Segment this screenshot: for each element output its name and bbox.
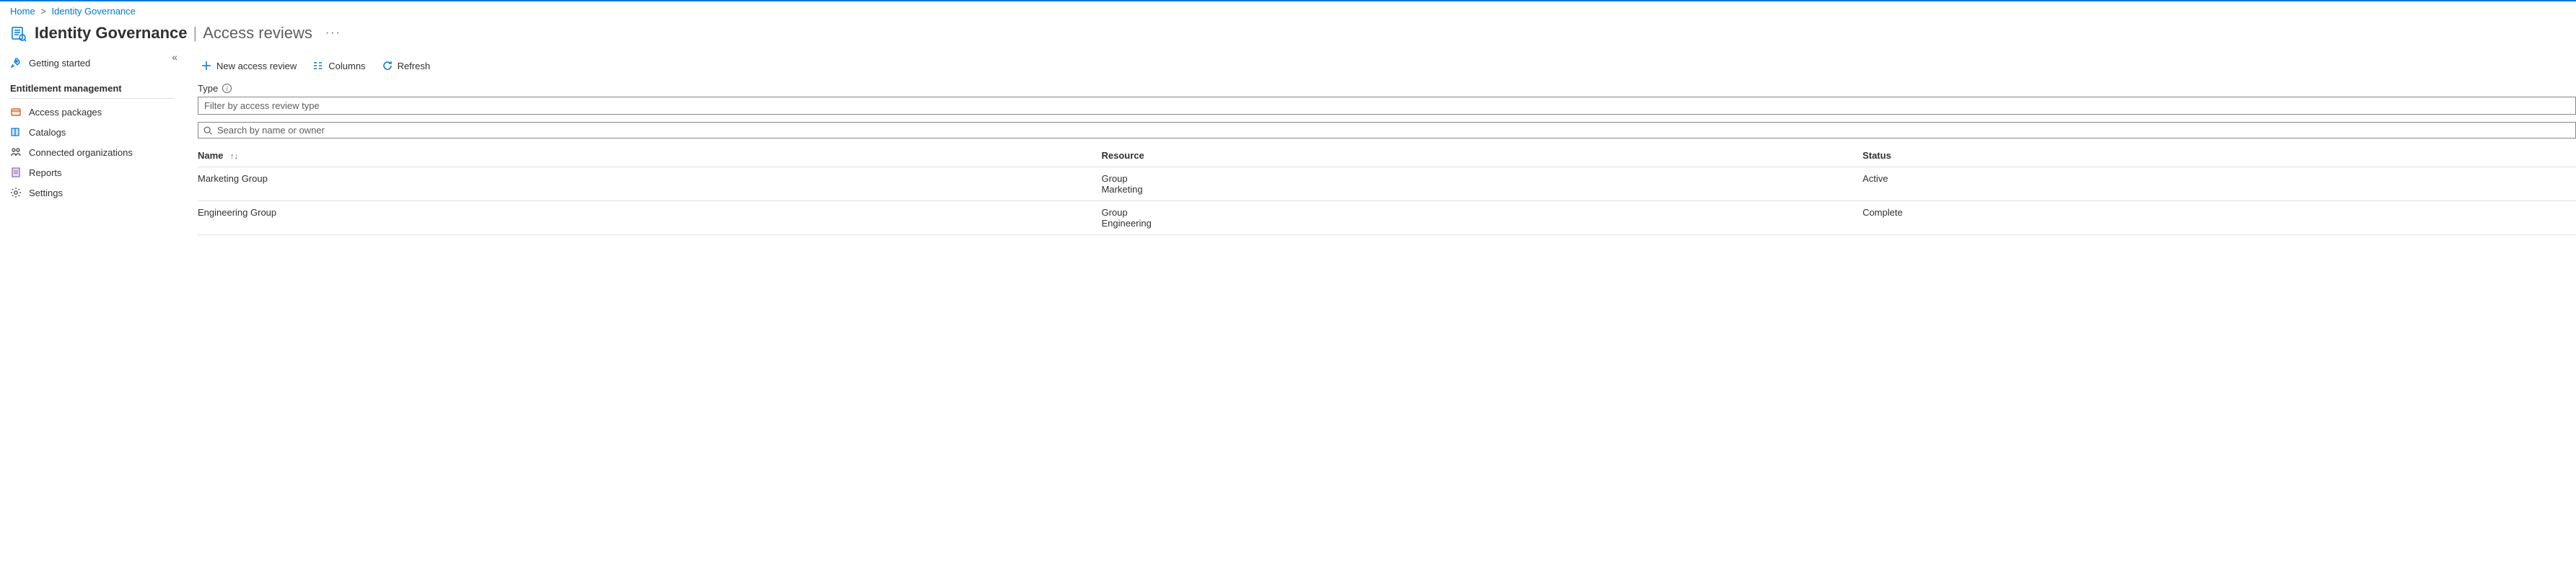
type-filter-label: Type i [198,83,2576,94]
refresh-icon [382,60,393,71]
columns-button[interactable]: Columns [310,58,368,73]
page-title: Identity Governance [35,24,188,43]
breadcrumb-separator: > [38,6,49,17]
breadcrumb-identity-governance[interactable]: Identity Governance [52,6,136,17]
sidebar-item-catalogs[interactable]: Catalogs [0,122,185,142]
column-header-name[interactable]: Name ↑↓ [198,144,1101,167]
column-label: Resource [1101,150,1144,161]
main-content: New access review Columns [185,50,2576,235]
columns-icon [312,60,324,71]
new-access-review-button[interactable]: New access review [198,58,299,73]
reports-icon [10,167,22,178]
cell-status: Active [1862,167,2576,201]
sidebar-item-label: Catalogs [29,127,66,138]
type-label-text: Type [198,83,218,94]
title-separator: | [188,24,203,43]
rocket-icon [10,57,22,69]
catalog-icon [10,126,22,138]
sidebar-item-label: Getting started [29,58,90,69]
resource-type: Group [1101,173,1855,184]
cell-name: Marketing Group [198,167,1101,201]
sidebar-item-label: Reports [29,167,62,178]
info-icon[interactable]: i [222,84,232,93]
plus-icon [201,60,212,71]
column-label: Status [1862,150,1891,161]
people-icon [10,146,22,158]
page-subtitle: Access reviews [203,24,312,43]
collapse-sidebar-icon[interactable]: « [172,51,178,63]
toolbar-label: Refresh [398,61,431,71]
toolbar: New access review Columns [198,56,2576,83]
sidebar: « Getting started Entitlement management… [0,50,185,235]
resource-name: Marketing [1101,184,1855,195]
cell-resource: Group Marketing [1101,167,1862,201]
column-header-status[interactable]: Status [1862,144,2576,167]
sort-icon: ↑↓ [230,152,238,161]
breadcrumb: Home > Identity Governance [0,1,2576,19]
sidebar-item-label: Access packages [29,107,102,118]
cell-status: Complete [1862,201,2576,235]
sidebar-item-getting-started[interactable]: Getting started [0,53,185,73]
package-icon [10,106,22,118]
search-icon [203,126,213,136]
table-row[interactable]: Engineering Group Group Engineering Comp… [198,201,2576,235]
type-filter-input[interactable] [198,97,2576,115]
sidebar-item-connected-organizations[interactable]: Connected organizations [0,142,185,162]
search-box[interactable] [198,122,2576,138]
resource-name: Engineering [1101,218,1855,229]
column-label: Name [198,150,223,161]
search-input[interactable] [217,125,2571,136]
access-reviews-table: Name ↑↓ Resource Status Marketing Group … [198,144,2576,235]
toolbar-label: New access review [216,61,297,71]
sidebar-item-label: Connected organizations [29,147,133,158]
more-actions-icon[interactable]: ··· [325,27,341,40]
page-header: Identity Governance | Access reviews ··· [0,19,2576,50]
toolbar-label: Columns [328,61,365,71]
sidebar-section-entitlement: Entitlement management [10,73,175,99]
gear-icon [10,187,22,198]
column-header-resource[interactable]: Resource [1101,144,1862,167]
identity-governance-icon [10,25,27,42]
cell-name: Engineering Group [198,201,1101,235]
cell-resource: Group Engineering [1101,201,1862,235]
sidebar-item-settings[interactable]: Settings [0,182,185,203]
sidebar-item-label: Settings [29,188,63,198]
sidebar-item-access-packages[interactable]: Access packages [0,102,185,122]
resource-type: Group [1101,207,1855,218]
refresh-button[interactable]: Refresh [379,58,434,73]
table-row[interactable]: Marketing Group Group Marketing Active [198,167,2576,201]
breadcrumb-home[interactable]: Home [10,6,35,17]
sidebar-item-reports[interactable]: Reports [0,162,185,182]
